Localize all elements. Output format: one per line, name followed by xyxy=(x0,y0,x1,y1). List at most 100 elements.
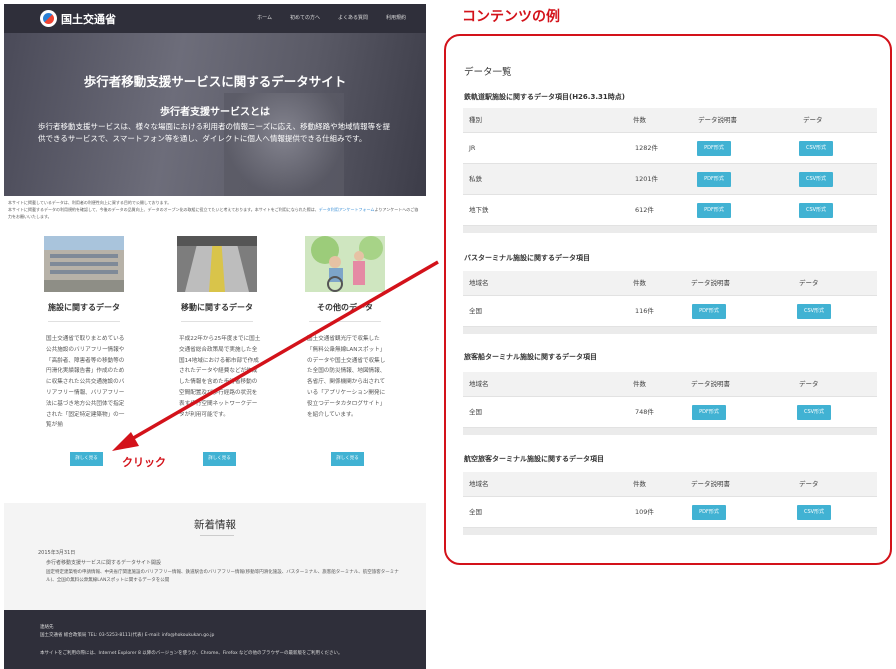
walkway-image xyxy=(177,236,257,292)
table-row: 全国 109件 PDF形式 CSV形式 xyxy=(463,496,877,527)
header-data: データ xyxy=(799,480,819,488)
row-name: 全国 xyxy=(469,307,482,315)
wheelchair-image xyxy=(305,236,385,292)
hero-subtitle: 歩行者支援サービスとは xyxy=(160,107,270,118)
notice-text: 本サイトに掲載しているデータは、利用者の利便性向上に資する目的で公開しております… xyxy=(4,196,426,232)
pdf-button[interactable]: PDF形式 xyxy=(697,203,731,218)
details-button[interactable]: 詳しく見る xyxy=(203,452,236,466)
row-count: 109件 xyxy=(635,508,654,516)
hero-description: 歩行者移動支援サービスは、様々な場面における利用者の情報ニーズに応え、移動経路や… xyxy=(38,122,391,143)
news-item[interactable]: 歩行者移動支援サービスに関するデータサイト開設 xyxy=(46,559,161,566)
hero-banner: 歩行者移動支援サービスに関するデータサイト 歩行者支援サービスとは 歩行者移動支… xyxy=(4,33,426,196)
table-header: 地域名 件数 データ説明書 データ xyxy=(463,271,877,295)
header-count: 件数 xyxy=(633,380,646,388)
divider xyxy=(200,535,234,536)
table-row: 地下鉄 612件 PDF形式 CSV形式 xyxy=(463,194,877,225)
data-list-title: データ一覧 xyxy=(464,67,512,78)
site-logo[interactable]: 国土交通省 xyxy=(40,9,116,28)
header-region: 地域名 xyxy=(469,480,489,488)
pdf-button[interactable]: PDF形式 xyxy=(692,505,726,520)
table-rail: 種別 件数 データ説明書 データ JR 1282件 PDF形式 CSV形式 私鉄… xyxy=(463,108,877,233)
row-name: JR xyxy=(469,144,476,152)
table-footer xyxy=(463,527,877,535)
header-doc: データ説明書 xyxy=(691,279,730,287)
click-label: クリック xyxy=(122,456,166,469)
nav-item-beginners[interactable]: 初めての方へ xyxy=(290,14,320,21)
header-type: 種別 xyxy=(469,116,482,124)
news-title: 新着情報 xyxy=(194,519,236,531)
nav-item-faq[interactable]: よくある質問 xyxy=(338,14,368,21)
example-label: コンテンツの例 xyxy=(462,9,560,25)
table-header: 種別 件数 データ説明書 データ xyxy=(463,108,877,132)
header-region: 地域名 xyxy=(469,279,489,287)
data-category-cards: 施設に関するデータ 国土交通省で取りまとめている公共施設のバリアフリー情報や「高… xyxy=(4,232,426,503)
divider xyxy=(309,321,381,322)
survey-link[interactable]: データ利用アンケートフォーム xyxy=(319,207,375,212)
logo-text: 国土交通省 xyxy=(61,12,116,26)
details-button[interactable]: 詳しく見る xyxy=(70,452,103,466)
section-title-air: 航空旅客ターミナル施設に関するデータ項目 xyxy=(464,455,604,463)
top-nav-bar: 国土交通省 ホーム 初めての方へ よくある質問 利用規約 xyxy=(4,4,426,33)
footer-contact-label: 連絡先 xyxy=(40,625,54,630)
csv-button[interactable]: CSV形式 xyxy=(797,405,831,420)
csv-button[interactable]: CSV形式 xyxy=(799,141,833,156)
row-name: 私鉄 xyxy=(469,175,482,183)
card-text: 国土交通省で取りまとめている公共施設のバリアフリー情報や「高齢者、障害者等の移動… xyxy=(46,336,125,429)
table-bus: 地域名 件数 データ説明書 データ 全国 116件 PDF形式 CSV形式 xyxy=(463,271,877,334)
nav-item-terms[interactable]: 利用規約 xyxy=(386,14,406,21)
pdf-button[interactable]: PDF形式 xyxy=(697,141,731,156)
header-data: データ xyxy=(799,380,819,388)
header-count: 件数 xyxy=(633,480,646,488)
header-doc: データ説明書 xyxy=(691,380,730,388)
table-ship: 地域名 件数 データ説明書 データ 全国 748件 PDF形式 CSV形式 xyxy=(463,372,877,435)
hero-title: 歩行者移動支援サービスに関するデータサイト xyxy=(83,74,347,89)
card-title: 移動に関するデータ xyxy=(181,303,253,312)
card-title: その他のデータ xyxy=(317,303,373,312)
pdf-button[interactable]: PDF形式 xyxy=(697,172,731,187)
csv-button[interactable]: CSV形式 xyxy=(797,304,831,319)
header-doc: データ説明書 xyxy=(698,116,737,124)
nav-item-home[interactable]: ホーム xyxy=(257,14,272,21)
row-count: 116件 xyxy=(635,307,654,315)
row-name: 全国 xyxy=(469,408,482,416)
footer-contact-info: 国土交通省 総合政策局 TEL: 03-5253-8111(代表) E-mail… xyxy=(40,633,215,638)
divider xyxy=(181,321,253,322)
mlit-logo-icon xyxy=(40,10,57,27)
table-row: JR 1282件 PDF形式 CSV形式 xyxy=(463,132,877,163)
row-count: 748件 xyxy=(635,408,654,416)
csv-button[interactable]: CSV形式 xyxy=(799,172,833,187)
section-title-ship: 旅客船ターミナル施設に関するデータ項目 xyxy=(464,353,597,361)
row-name: 地下鉄 xyxy=(469,206,489,214)
csv-button[interactable]: CSV形式 xyxy=(799,203,833,218)
row-count: 1201件 xyxy=(635,175,659,183)
table-header: 地域名 件数 データ説明書 データ xyxy=(463,472,877,496)
csv-button[interactable]: CSV形式 xyxy=(797,505,831,520)
footer-browser-note: 本サイトをご利用の際には、Internet Explorer 8 以降のバージョ… xyxy=(40,651,343,656)
notice-line-1: 本サイトに掲載しているデータは、利用者の利便性向上に資する目的で公開しております… xyxy=(8,200,172,205)
table-footer xyxy=(463,225,877,233)
header-data: データ xyxy=(803,116,823,124)
news-detail: 固定特定建築物の申請情報、中央省庁関連施設のバリアフリー情報、鉄道駅舎のバリアフ… xyxy=(46,570,399,583)
news-section: 新着情報 2015年3月31日 歩行者移動支援サービスに関するデータサイト開設 … xyxy=(4,503,426,610)
pdf-button[interactable]: PDF形式 xyxy=(692,304,726,319)
card-other: その他のデータ 国土交通省観光庁で収集した「無料公衆無線LANスポット」のデータ… xyxy=(285,236,405,496)
table-footer xyxy=(463,427,877,435)
header-count: 件数 xyxy=(633,116,646,124)
building-image xyxy=(44,236,124,292)
card-text: 国土交通省観光庁で収集した「無料公衆無線LANスポット」のデータや国土交通省で収… xyxy=(307,336,386,418)
card-text: 平成22年から25年度までに国土交通省総合政策局で実施した全国14地域における都… xyxy=(179,336,261,418)
card-movement: 移動に関するデータ 平成22年から25年度までに国土交通省総合政策局で実施した全… xyxy=(157,236,277,496)
news-date: 2015年3月31日 xyxy=(38,550,76,556)
header-region: 地域名 xyxy=(469,380,489,388)
header-data: データ xyxy=(799,279,819,287)
row-count: 612件 xyxy=(635,206,654,214)
pdf-button[interactable]: PDF形式 xyxy=(692,405,726,420)
row-name: 全国 xyxy=(469,508,482,516)
table-footer xyxy=(463,326,877,334)
details-button[interactable]: 詳しく見る xyxy=(331,452,364,466)
table-header: 地域名 件数 データ説明書 データ xyxy=(463,372,877,396)
site-footer: 連絡先 国土交通省 総合政策局 TEL: 03-5253-8111(代表) E-… xyxy=(4,610,426,669)
divider xyxy=(48,321,120,322)
table-row: 私鉄 1201件 PDF形式 CSV形式 xyxy=(463,163,877,194)
section-title-rail: 鉄軌道駅施設に関するデータ項目(H26.3.31時点) xyxy=(464,93,625,101)
